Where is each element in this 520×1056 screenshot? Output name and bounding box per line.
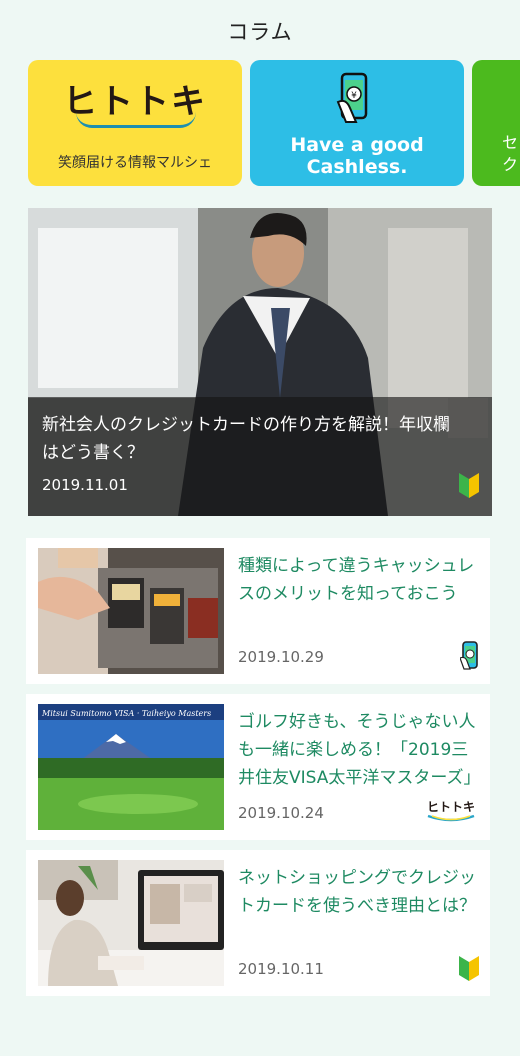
article-card[interactable]: ネットショッピングでクレジットカードを使うべき理由とは？ 2019.10.11: [26, 850, 490, 996]
article-card[interactable]: Mitsui Sumitomo VISA · Taiheiyo Masters …: [26, 694, 490, 840]
article-card[interactable]: 種類によって違うキャッシュレスのメリットを知っておこう 2019.10.29: [26, 538, 490, 684]
svg-text:¥: ¥: [351, 91, 357, 101]
beginner-mark-icon: [459, 473, 479, 498]
article-thumbnail: [38, 548, 224, 674]
cashless-phone-icon: ¥: [336, 72, 368, 123]
smile-curve-icon: [76, 112, 196, 128]
article-thumbnail: [38, 860, 224, 986]
page-title: コラム: [227, 20, 293, 44]
category-third-text: セ ク: [502, 132, 518, 176]
article-date: 2019.10.29: [238, 648, 324, 666]
article-thumbnail: Mitsui Sumitomo VISA · Taiheiyo Masters: [38, 704, 224, 830]
category-card-cashless[interactable]: ¥ Have a good Cashless.: [250, 60, 464, 186]
svg-text:ヒトトキ: ヒトトキ: [427, 800, 475, 814]
cashless-line1: Have a good: [290, 134, 424, 156]
cashless-line2: Cashless.: [306, 156, 408, 178]
article-title[interactable]: ネットショッピングでクレジットカードを使うべき理由とは？: [238, 864, 476, 920]
featured-overlay: 新社会人のクレジットカードの作り方を解説！年収欄はどう書く？ 2019.11.0…: [28, 397, 492, 516]
thumbnail-banner-text: Mitsui Sumitomo VISA · Taiheiyo Masters: [41, 709, 211, 718]
article-date: 2019.10.11: [238, 960, 324, 978]
third-line2: ク: [502, 155, 519, 174]
article-title[interactable]: 種類によって違うキャッシュレスのメリットを知っておこう: [238, 552, 476, 608]
beginner-mark-icon: [459, 956, 479, 981]
category-carousel[interactable]: ヒトトキ 笑顔届ける情報マルシェ ¥ Have a good Cashless.…: [28, 60, 520, 186]
hitotoki-logo-icon: ヒトトキ: [427, 800, 475, 822]
article-date: 2019.10.24: [238, 804, 324, 822]
featured-article[interactable]: 新社会人のクレジットカードの作り方を解説！年収欄はどう書く？ 2019.11.0…: [28, 208, 492, 516]
category-cashless-text: Have a good Cashless.: [250, 134, 464, 178]
category-card-hitotoki[interactable]: ヒトトキ 笑顔届ける情報マルシェ: [28, 60, 242, 186]
featured-title[interactable]: 新社会人のクレジットカードの作り方を解説！年収欄はどう書く？: [42, 411, 462, 467]
article-title[interactable]: ゴルフ好きも、そうじゃない人も一緒に楽しめる！「2019三井住友VISA太平洋マ…: [238, 708, 476, 792]
third-line1: セ: [502, 133, 519, 152]
cashless-phone-icon: [460, 641, 478, 670]
category-subtitle: 笑顔届ける情報マルシェ: [58, 155, 212, 171]
featured-date: 2019.11.01: [42, 476, 128, 494]
category-card-third[interactable]: セ ク: [472, 60, 520, 186]
